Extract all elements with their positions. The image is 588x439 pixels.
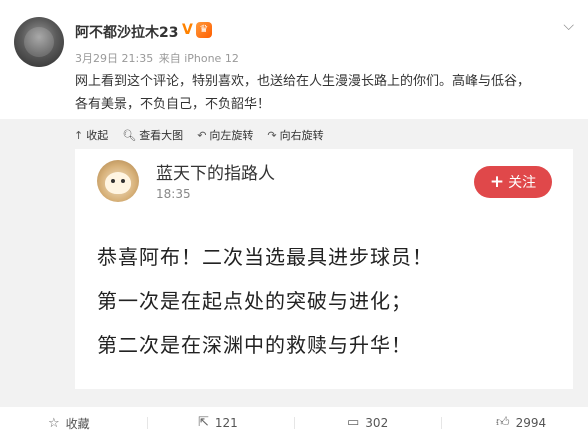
username[interactable]: 阿不都沙拉木23 [75,22,178,42]
like-count: 2994 [515,415,547,430]
post-text-line: 网上看到这个评论，特别喜欢，也送给在人生漫漫长路上的你们。高峰与低谷， [75,74,531,89]
like-button[interactable]: 👍︎ 2994 [496,415,546,430]
arrow-up-icon: ↑ [74,128,84,142]
post-text-line: 各有美景，不负自己，不负韶华！ [75,97,271,112]
view-large-button[interactable]: 🔍︎ 查看大图 [122,127,183,143]
comment-button[interactable]: ▭ 302 [347,415,388,430]
vip-badge-icon: ♛ [195,22,212,38]
star-icon: ☆ [48,416,60,431]
rotate-left-icon: ↶ [197,128,207,142]
view-large-label: 查看大图 [139,129,184,142]
image-toolbar: ↑ 收起 🔍︎ 查看大图 ↶ 向左旋转 ↷ 向右旋转 [0,125,338,145]
post-source: 来自 iPhone 12 [158,52,239,65]
follow-label: 关注 [508,175,537,191]
rotate-left-button[interactable]: ↶ 向左旋转 [197,127,253,143]
collapse-label: 收起 [86,129,109,142]
magnifier-icon: 🔍︎ [122,128,137,142]
divider [147,417,148,429]
collapse-button[interactable]: ↑ 收起 [74,127,108,143]
repost-count: 121 [214,415,238,430]
card-text-line: 恭喜阿布！二次当选最具进步球员！ [97,245,433,269]
dog-avatar [97,160,139,202]
divider [294,417,295,429]
card-text-line: 第一次是在起点处的突破与进化； [97,289,412,313]
share-icon: ⇱ [198,415,209,430]
divider [441,417,442,429]
post-meta: 3月29日 21:35 来自 iPhone 12 [75,50,239,66]
comment-count: 302 [365,415,389,430]
rotate-right-icon: ↷ [267,128,277,142]
user-badges: V ♛ [182,22,212,38]
post-image[interactable]: 蓝天下的指路人 18:35 + 关注 恭喜阿布！二次当选最具进步球员！ 第一次是… [75,149,573,389]
card-text-line: 第二次是在深渊中的救赎与升华！ [97,333,412,357]
rotate-right-button[interactable]: ↷ 向右旋转 [267,127,323,143]
favorite-button[interactable]: ☆ 收藏 [48,415,90,432]
favorite-label: 收藏 [65,417,90,431]
post-date[interactable]: 3月29日 21:35 [75,52,153,65]
action-bar: ☆ 收藏 ⇱ 121 ▭ 302 👍︎ 2994 [0,407,588,439]
card-time: 18:35 [156,187,191,201]
card-username: 蓝天下的指路人 [156,164,275,184]
weibo-post: 阿不都沙拉木23 V ♛ ⌵ 3月29日 21:35 来自 iPhone 12 … [0,0,588,439]
dog-face-icon [105,172,131,194]
repost-button[interactable]: ⇱ 121 [198,415,238,430]
chevron-down-icon[interactable]: ⌵ [563,18,574,34]
rotate-left-label: 向左旋转 [209,129,254,142]
plus-icon: + [489,172,505,192]
post-text: 网上看到这个评论，特别喜欢，也送给在人生漫漫长路上的你们。高峰与低谷， 各有美景… [75,70,565,116]
comment-icon: ▭ [347,415,360,430]
verified-icon: V [182,22,193,38]
rotate-right-label: 向右旋转 [279,129,324,142]
user-avatar[interactable] [14,17,64,67]
follow-button: + 关注 [474,166,552,198]
image-viewer: ↑ 收起 🔍︎ 查看大图 ↶ 向左旋转 ↷ 向右旋转 蓝天下的指路人 18:35 [0,119,588,407]
thumbs-up-icon: 👍︎ [496,415,510,430]
